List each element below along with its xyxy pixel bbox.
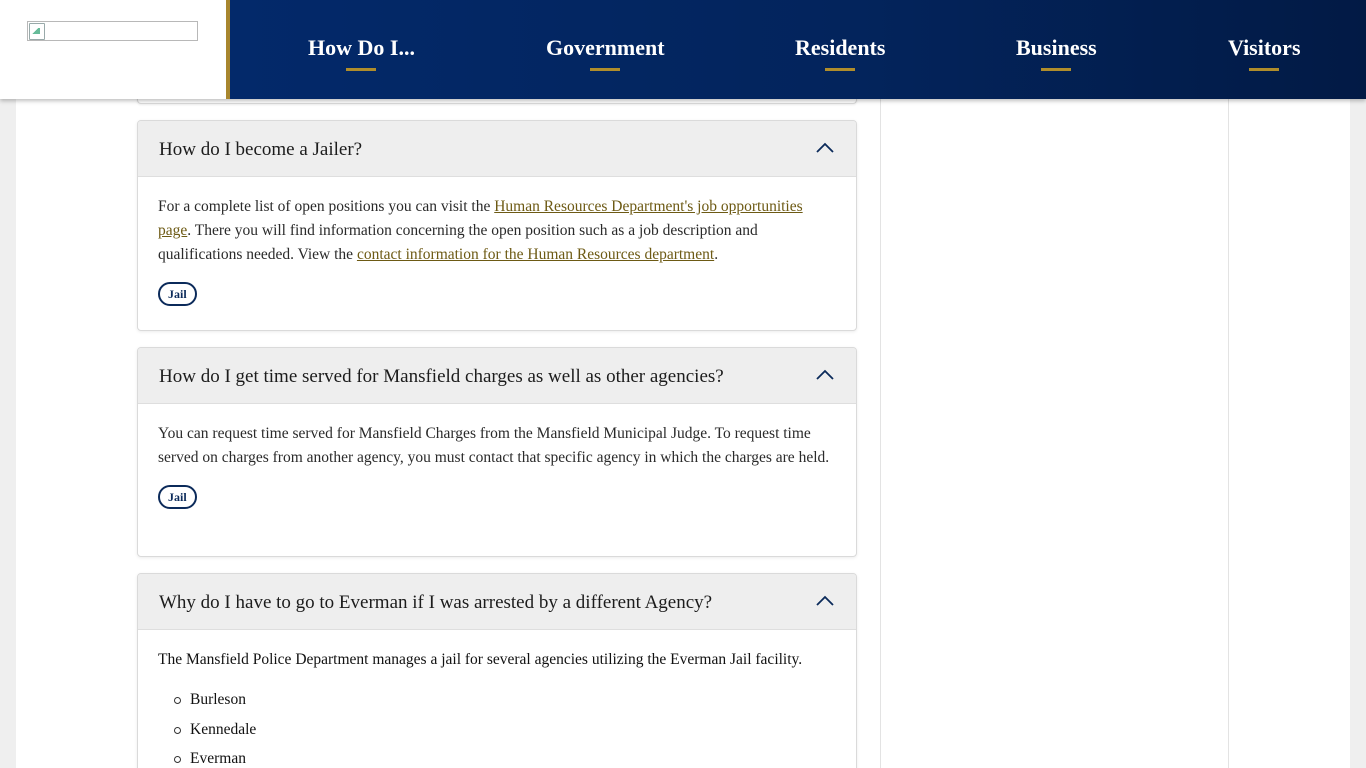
agency-list: Burleson Kennedale Everman [158,688,836,768]
nav-underline [1249,68,1280,71]
nav-label: Residents [795,35,886,60]
logo-area[interactable] [0,0,226,99]
nav-label: Visitors [1228,35,1301,60]
nav-item-how-do-i[interactable]: How Do I... [308,35,415,71]
nav-label: Government [546,35,665,60]
tag-jail[interactable]: Jail [158,282,197,306]
answer-text: You can request time served for Mansfiel… [158,425,830,466]
nav-item-government[interactable]: Government [546,35,665,71]
site-header: How Do I... Government Residents Busines… [0,0,1366,99]
faq-card: Why do I have to go to Everman if I was … [137,573,857,768]
faq-question-header[interactable]: How do I become a Jailer? [138,121,856,177]
faq-card: How do I become a Jailer? For a complete… [137,120,857,331]
faq-question: How do I get time served for Mansfield c… [159,366,724,387]
faq-answer: For a complete list of open positions yo… [138,177,856,306]
nav-item-business[interactable]: Business [1016,35,1097,71]
main-nav: How Do I... Government Residents Busines… [226,0,1366,99]
faq-question: How do I become a Jailer? [159,139,363,160]
nav-label: How Do I... [308,35,415,60]
faq-card: How do I get time served for Mansfield c… [137,347,857,557]
faq-answer: The Mansfield Police Department manages … [138,630,856,768]
answer-text: . [714,246,719,263]
nav-label: Business [1016,35,1097,60]
list-item: Kennedale [174,718,836,748]
answer-text: The Mansfield Police Department manages … [158,651,803,668]
faq-question-header[interactable]: Why do I have to go to Everman if I was … [138,574,856,630]
chevron-up-icon[interactable] [815,595,835,607]
nav-underline [825,68,856,71]
faq-question-header[interactable]: How do I get time served for Mansfield c… [138,348,856,404]
tag-jail[interactable]: Jail [158,485,197,509]
nav-item-visitors[interactable]: Visitors [1228,35,1301,71]
nav-underline [1041,68,1072,71]
nav-underline [346,68,377,71]
broken-logo-image[interactable] [27,21,198,41]
sidebar-column [880,0,1229,768]
faq-answer: You can request time served for Mansfiel… [138,404,856,509]
chevron-up-icon[interactable] [815,142,835,154]
answer-text: For a complete list of open positions yo… [158,198,495,215]
faq-question: Why do I have to go to Everman if I was … [159,592,713,613]
chevron-up-icon[interactable] [815,369,835,381]
list-item: Everman [174,747,836,768]
nav-underline [590,68,621,71]
nav-item-residents[interactable]: Residents [795,35,886,71]
list-item: Burleson [174,688,836,718]
hr-contact-link[interactable]: contact information for the Human Resour… [357,246,714,263]
